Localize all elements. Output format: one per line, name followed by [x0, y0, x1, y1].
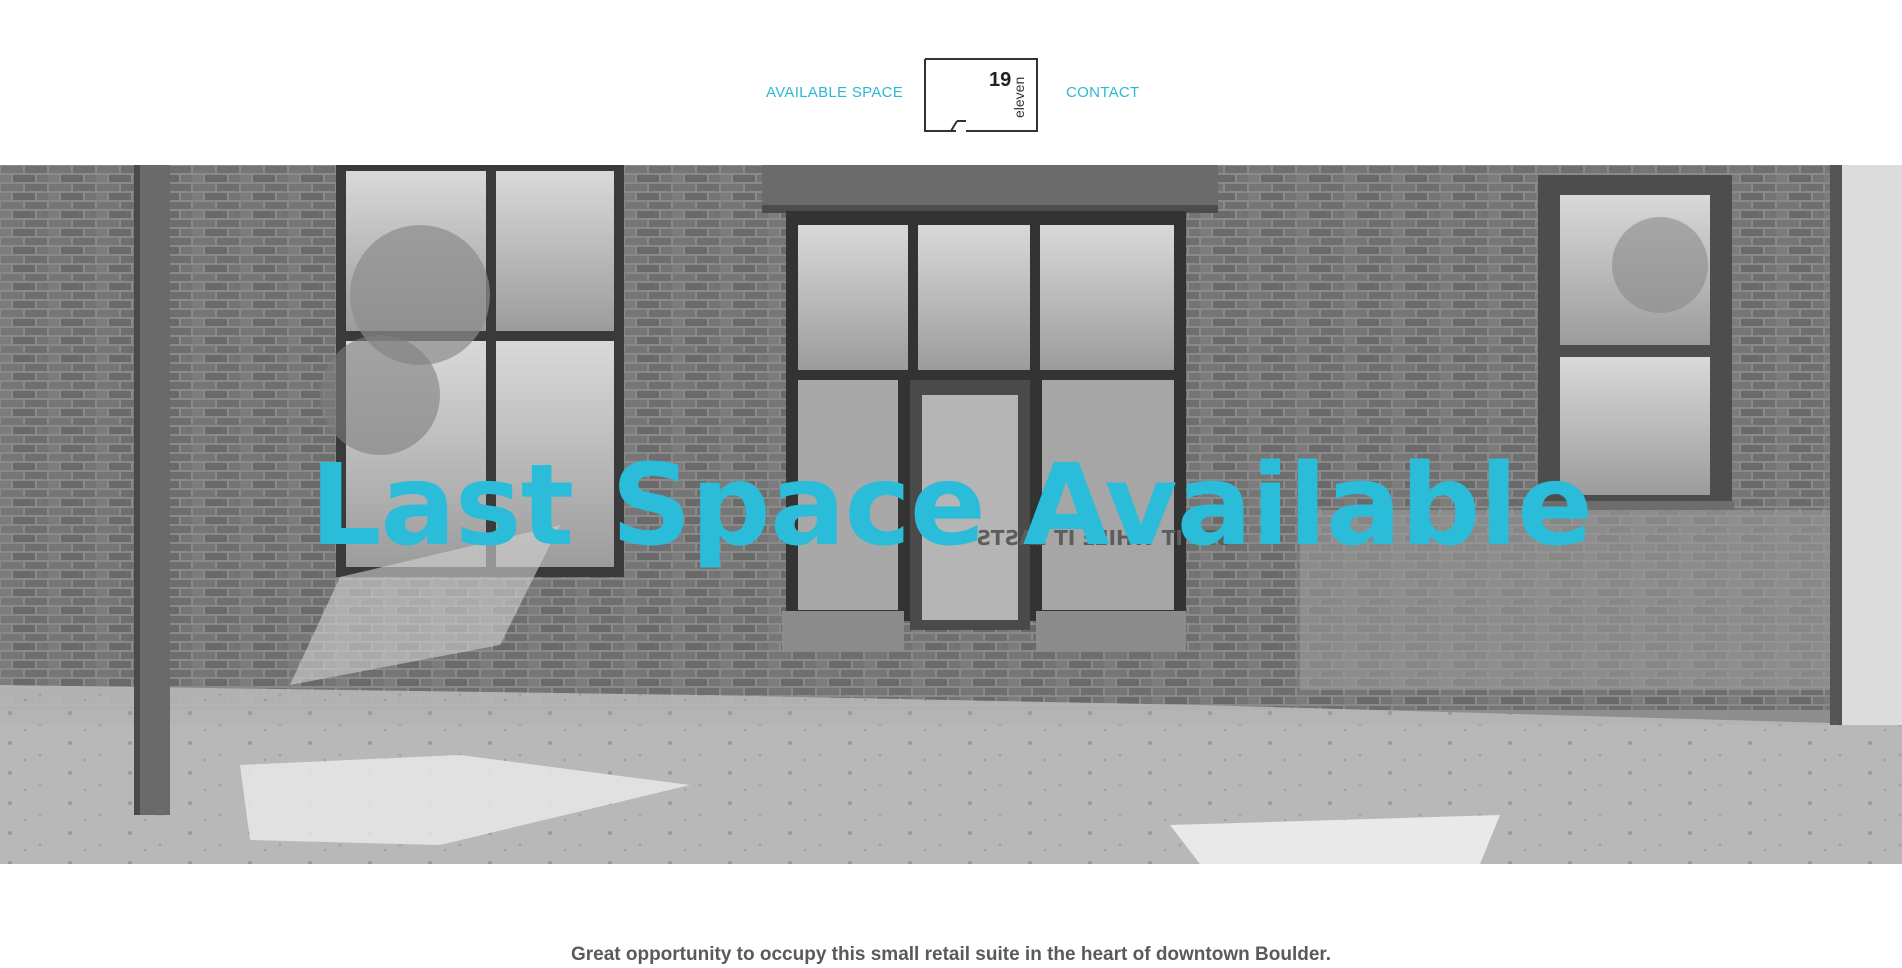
- logo-number: 19: [989, 69, 1011, 91]
- logo-word: eleven: [1011, 77, 1027, 118]
- nav-contact[interactable]: CONTACT: [1066, 84, 1139, 101]
- intro-text: Great opportunity to occupy this small r…: [570, 944, 1332, 965]
- hero-banner: GET IT WHILE IT LASTS Last Space Availab…: [0, 165, 1902, 864]
- logo-mark: 19 eleven: [924, 58, 1038, 132]
- site-header: AVAILABLE SPACE 19 eleven CONTACT: [0, 0, 1902, 165]
- site-logo[interactable]: 19 eleven: [924, 58, 1038, 132]
- nav-available-space[interactable]: AVAILABLE SPACE: [766, 84, 903, 101]
- hero-title: Last Space Available: [309, 441, 1593, 571]
